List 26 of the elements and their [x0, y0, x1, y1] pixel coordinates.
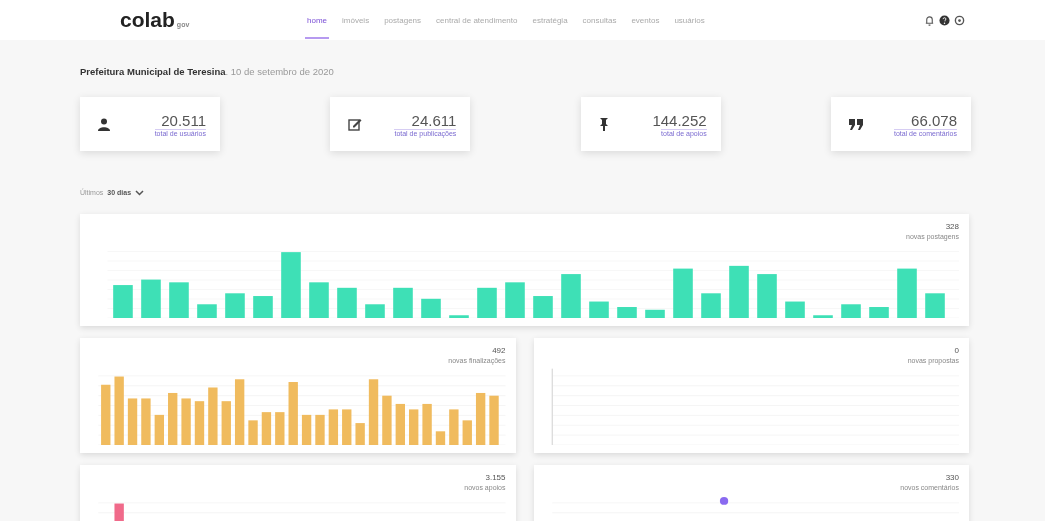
- edit-icon: [348, 117, 363, 131]
- nav-tab[interactable]: central de atendimento: [434, 1, 520, 39]
- nav-tab[interactable]: consultas: [580, 1, 619, 39]
- page-heading: Prefeitura Municipal de Teresina. 10 de setembro de 2020: [80, 66, 335, 77]
- chevron-down-icon: [135, 189, 145, 196]
- settings-icon[interactable]: [954, 14, 965, 26]
- stat-value: 144.252: [652, 111, 707, 129]
- chart-total: 328: [945, 222, 959, 231]
- nav-tab[interactable]: postagens: [382, 1, 424, 39]
- pin-icon: [598, 117, 609, 131]
- quote-icon: [849, 118, 863, 130]
- chart-total: 492: [492, 346, 506, 355]
- chart-total: 0: [954, 346, 959, 355]
- nav-tab[interactable]: home: [305, 1, 329, 39]
- bell-icon[interactable]: [924, 14, 935, 26]
- nav-tab[interactable]: eventos: [629, 1, 662, 39]
- nav-tab[interactable]: usuários: [672, 1, 707, 39]
- stat-value: 66.078: [911, 111, 957, 129]
- chart-total: 3.155: [485, 473, 506, 482]
- help-icon[interactable]: [939, 14, 950, 26]
- stat-value: 20.511: [161, 111, 206, 129]
- chart-total: 330: [945, 473, 959, 482]
- user-icon: [98, 117, 110, 131]
- stat-value: 24.611: [411, 111, 457, 129]
- nav-tab[interactable]: imóveis: [340, 1, 372, 39]
- nav-tab[interactable]: estratégia: [530, 1, 570, 39]
